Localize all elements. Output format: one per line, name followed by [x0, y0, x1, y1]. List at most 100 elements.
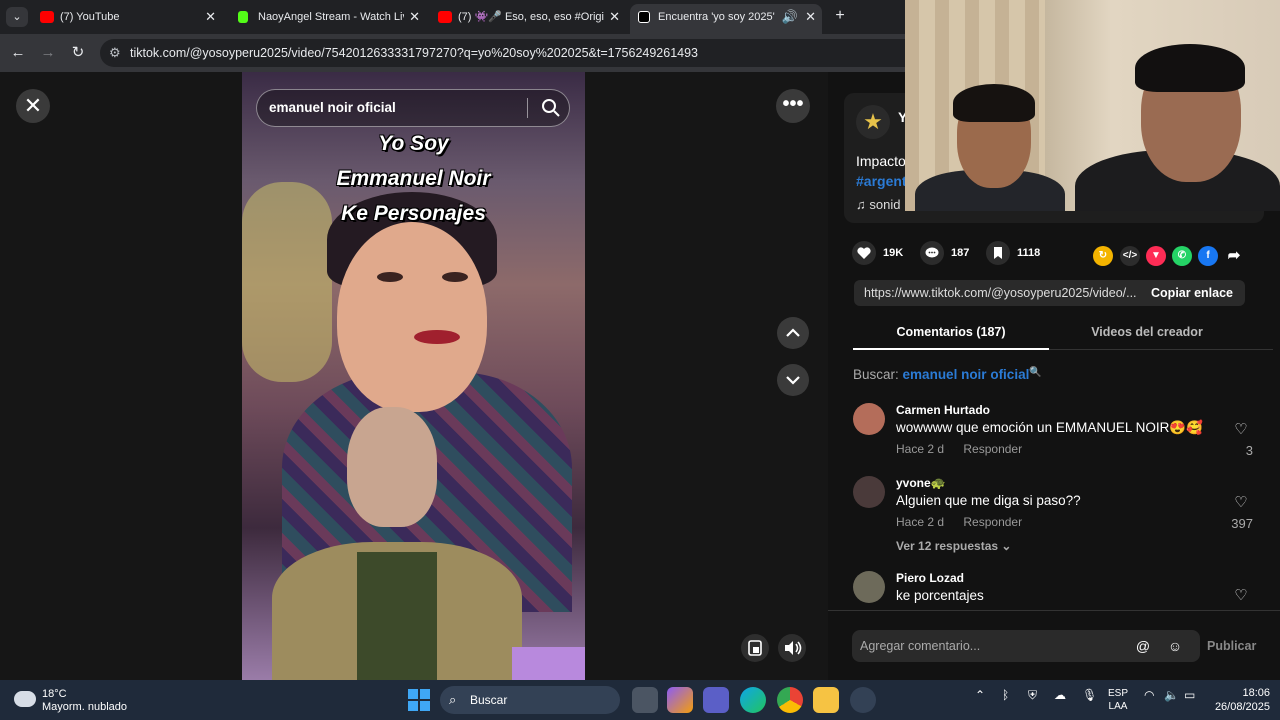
comment-author[interactable]: yvone🐢 [896, 476, 946, 490]
tab-title: Encuentra 'yo soy 2025' en [658, 11, 778, 23]
onedrive-icon[interactable]: ☁ [1054, 688, 1066, 702]
forward-button[interactable]: → [37, 42, 59, 64]
battery-icon[interactable]: ▭ [1184, 688, 1195, 702]
close-video-button[interactable]: ✕ [16, 89, 50, 123]
view-replies-button[interactable]: Ver 12 respuestas ⌄ [896, 539, 1011, 553]
search-keyword-link[interactable]: emanuel noir oficial [903, 367, 1030, 382]
publish-button[interactable]: Publicar [1207, 630, 1256, 662]
heart-outline-icon[interactable]: ♡ [1230, 586, 1252, 604]
video-search-bar[interactable]: emanuel noir oficial [256, 89, 570, 127]
avatar[interactable] [853, 403, 885, 435]
save-count: 1118 [1017, 247, 1041, 259]
chrome-icon[interactable] [777, 687, 803, 713]
search-icon[interactable] [539, 96, 563, 120]
tab-close-icon[interactable]: ✕ [805, 4, 816, 30]
microphone-icon[interactable]: 🎙 [1082, 688, 1097, 702]
tab-youtube[interactable]: (7) YouTube ✕ [32, 4, 222, 30]
panel-tabs: Comentarios (187) Videos del creador [853, 322, 1273, 350]
video-figure-eye [442, 272, 468, 282]
next-video-button[interactable] [777, 364, 809, 396]
volume-button[interactable] [778, 634, 806, 662]
tab-close-icon[interactable]: ✕ [409, 4, 420, 30]
url-bar[interactable]: ⚙ tiktok.com/@yosoyperu2025/video/754201… [100, 39, 905, 67]
heart-outline-icon[interactable]: ♡ [1230, 493, 1252, 511]
site-info-icon[interactable]: ⚙ [109, 39, 121, 67]
settings-icon[interactable] [850, 687, 876, 713]
hashtag-link[interactable]: #argent [856, 173, 907, 189]
overlay-title-line: Yo Soy [378, 132, 449, 155]
tab-close-icon[interactable]: ✕ [205, 4, 216, 30]
more-options-button[interactable]: ••• [776, 89, 810, 123]
windows-taskbar: 18°C Mayorm. nublado ⌕ Buscar ⌃ ᛒ ⛨ ☁ 🎙 … [0, 680, 1280, 720]
chevron-up-icon[interactable]: ⌃ [975, 688, 985, 702]
video-man-head [347, 407, 437, 527]
video-figure-eye [377, 272, 403, 282]
taskbar-search[interactable]: ⌕ Buscar [440, 686, 620, 714]
tab-search-menu[interactable]: ⌄ [6, 7, 28, 27]
reply-button[interactable]: Responder [963, 515, 1022, 529]
like-count: 19K [883, 247, 904, 259]
comment-author[interactable]: Carmen Hurtado [896, 403, 990, 417]
back-button[interactable]: ← [7, 42, 29, 64]
comment-text: ke porcentajes [896, 588, 984, 603]
search-divider [527, 98, 528, 118]
tab-comments[interactable]: Comentarios (187) [853, 322, 1049, 350]
previous-video-button[interactable] [777, 317, 809, 349]
avatar[interactable] [853, 571, 885, 603]
heart-outline-icon[interactable]: ♡ [1230, 420, 1252, 438]
embed-icon[interactable]: </> [1120, 246, 1140, 266]
send-icon[interactable]: ▼ [1146, 246, 1166, 266]
avatar[interactable] [853, 476, 885, 508]
author-avatar[interactable]: ★ [856, 105, 890, 139]
whatsapp-icon[interactable]: ✆ [1172, 246, 1192, 266]
video-link-text[interactable]: https://www.tiktok.com/@yosoyperu2025/vi… [864, 280, 1137, 306]
emoji-icon[interactable]: ☺ [1166, 637, 1184, 655]
miniplayer-button[interactable] [741, 634, 769, 662]
task-view-icon[interactable] [632, 687, 658, 713]
comment-input[interactable]: Agregar comentario... @ ☺ [852, 630, 1200, 662]
video-description: Impacto [856, 153, 906, 169]
tab-creator-videos[interactable]: Videos del creador [1049, 322, 1245, 342]
file-explorer-icon[interactable] [813, 687, 839, 713]
clock-time: 18:06 [1242, 687, 1270, 699]
clock[interactable]: 18:06 26/08/2025 [1200, 686, 1270, 714]
tab-kick-stream[interactable]: NaoyAngel Stream - Watch Live ✕ [230, 4, 426, 30]
facebook-icon[interactable]: f [1198, 246, 1218, 266]
heart-icon [852, 241, 876, 265]
defender-icon[interactable]: ⛨ [1028, 688, 1037, 703]
comment-author[interactable]: Piero Lozad [896, 571, 964, 585]
volume-icon[interactable]: 🔈 [1164, 688, 1179, 702]
url-text: tiktok.com/@yosoyperu2025/video/75420126… [130, 46, 699, 60]
comment-item: yvone🐢 Alguien que me diga si paso?? Hac… [853, 476, 1253, 536]
reply-button[interactable]: Responder [963, 442, 1022, 456]
speaker-icon[interactable]: 🔊 [782, 4, 798, 30]
new-tab-button[interactable]: + [830, 6, 850, 26]
bookmark-icon [986, 241, 1010, 265]
video-background-light [512, 647, 585, 680]
tab-title: (7) 👾🎤 Eso, eso, eso #Original [458, 11, 604, 23]
tab-close-icon[interactable]: ✕ [609, 4, 620, 30]
copilot-icon[interactable] [667, 687, 693, 713]
start-button[interactable] [408, 689, 430, 711]
comment-search-suggestion[interactable]: Buscar: emanuel noir oficial🔍 [853, 367, 1042, 382]
repost-icon[interactable]: ↻ [1093, 246, 1113, 266]
search-icon: ⌕ [449, 692, 457, 707]
tab-youtube-video[interactable]: (7) 👾🎤 Eso, eso, eso #Original ✕ [430, 4, 626, 30]
edge-icon[interactable] [740, 687, 766, 713]
bluetooth-icon[interactable]: ᛒ [1002, 688, 1009, 702]
chevron-down-icon [786, 376, 800, 385]
kick-icon [238, 11, 248, 23]
windows-logo-tile [420, 689, 430, 699]
wifi-icon[interactable]: ◠ [1144, 688, 1154, 702]
copy-link-button[interactable]: Copiar enlace [1151, 280, 1233, 306]
weather-text: Mayorm. nublado [42, 701, 127, 713]
reload-button[interactable]: ↻ [67, 42, 89, 64]
video-player[interactable]: emanuel noir oficial Yo Soy Emmanuel Noi… [242, 72, 585, 680]
language-indicator[interactable]: ESP LAA [1108, 687, 1128, 713]
mention-icon[interactable]: @ [1134, 637, 1152, 655]
teams-icon[interactable] [703, 687, 729, 713]
tab-tiktok[interactable]: Encuentra 'yo soy 2025' en 🔊 ✕ [630, 4, 822, 34]
share-arrow-icon[interactable]: ➦ [1224, 246, 1244, 266]
music-row[interactable]: ♫ sonid [856, 197, 900, 212]
address-toolbar: ← → ↻ ⚙ tiktok.com/@yosoyperu2025/video/… [0, 34, 905, 72]
